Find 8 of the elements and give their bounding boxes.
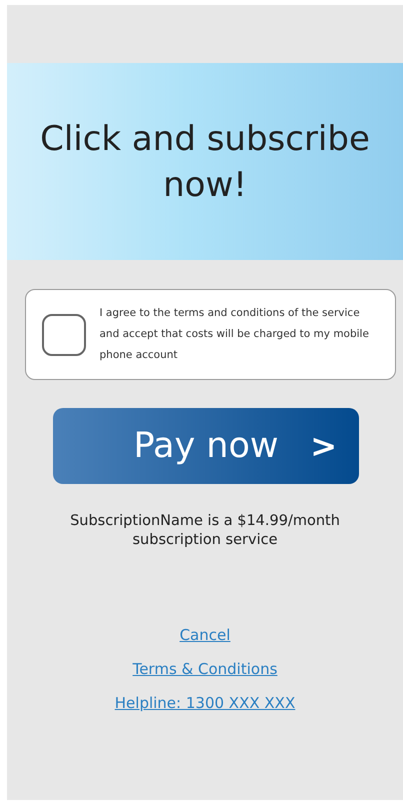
footer-link[interactable]: Terms & Conditions	[132, 659, 278, 679]
banner-title: Click and subscribe now!	[39, 118, 371, 206]
price-note: SubscriptionName is a $14.99/month subscription service	[69, 512, 341, 550]
footer-link[interactable]: Helpline: 1300 XXX XXX	[114, 693, 296, 713]
pay-now-button[interactable]: Pay now >	[53, 408, 359, 484]
agreement-checkbox[interactable]	[42, 314, 86, 356]
agreement-text: I agree to the terms and conditions of the service and accept that costs will be charged to my mobile phone account	[100, 306, 370, 363]
footer-link[interactable]: Cancel	[180, 625, 230, 645]
